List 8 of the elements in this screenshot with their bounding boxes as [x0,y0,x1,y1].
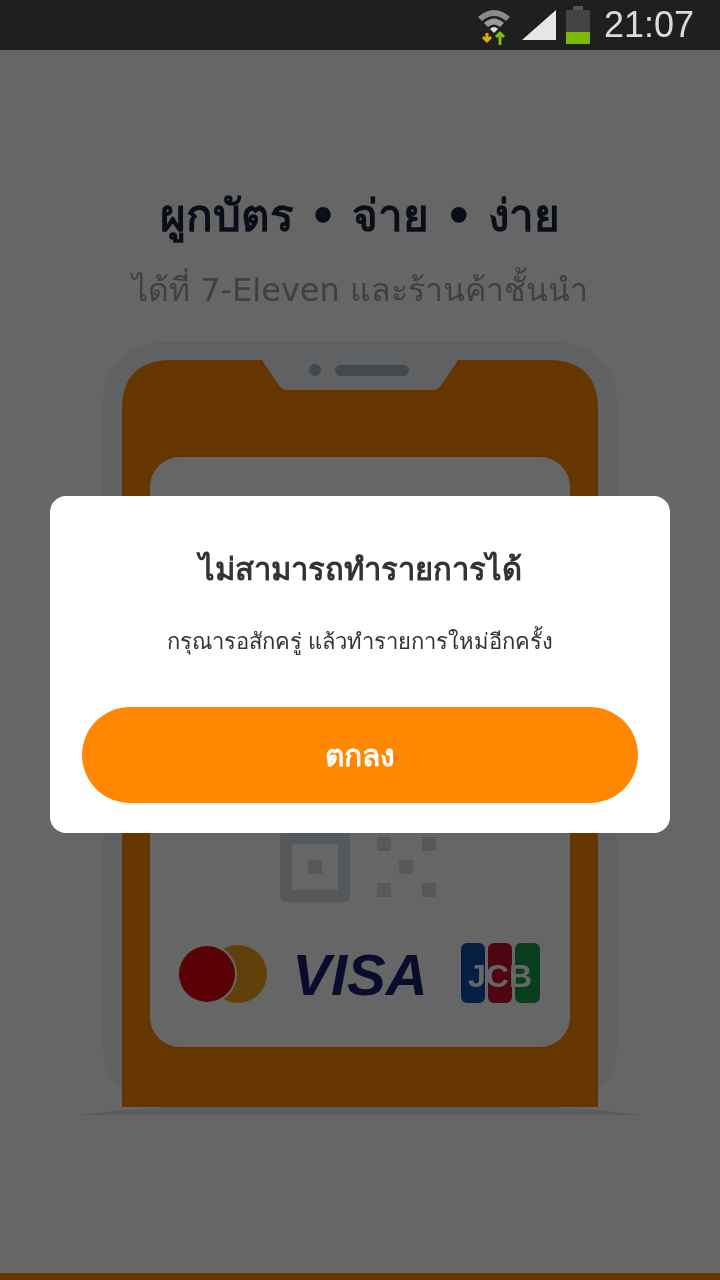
page-title: ผูกบัตร • จ่าย • ง่าย [159,189,561,245]
dialog-title: ไม่สามารถทำรายการได้ [198,550,522,589]
battery-icon [565,6,590,44]
clock-time: 21:07 [603,4,694,46]
signal-icon [521,10,556,40]
visa-logo: VISA [292,942,428,1007]
dialog-message: กรุณารอสักครู่ แล้วทำรายการใหม่อีกครั้ง [166,624,554,659]
ok-button[interactable]: ตกลง [82,707,638,803]
